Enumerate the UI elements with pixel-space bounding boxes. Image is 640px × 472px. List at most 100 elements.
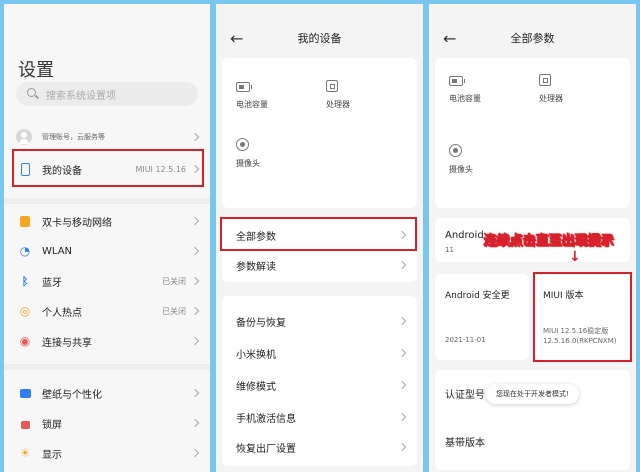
sidebar-item-share[interactable]: ◉ 连接与共享 — [4, 326, 210, 356]
item-label: 连接与共享 — [42, 337, 92, 349]
chevron-right-icon — [190, 216, 200, 226]
chevron-right-icon — [190, 418, 200, 428]
row-label: 手机激活信息 — [236, 413, 296, 425]
battery-cell[interactable]: 电池容量 — [236, 82, 268, 110]
cell-label: 电池容量 — [236, 100, 268, 109]
highlight-box — [220, 217, 417, 251]
sim-card-icon — [18, 214, 32, 228]
chevron-right-icon — [397, 442, 407, 452]
chevron-right-icon — [397, 348, 407, 358]
bluetooth-icon: ᛒ — [21, 274, 29, 288]
android-security-value: 2021-11-01 — [445, 336, 486, 344]
arrow-down-icon: ↓ — [569, 249, 581, 265]
battery-icon — [236, 82, 252, 92]
chevron-right-icon — [190, 306, 200, 316]
status-value: 已关闭 — [162, 306, 186, 316]
top-bar: ← 我的设备 — [216, 28, 423, 50]
camera-icon — [236, 138, 249, 151]
item-label: 蓝牙 — [42, 277, 62, 289]
cell-label: 摄像头 — [236, 159, 260, 168]
battery-cell[interactable]: 电池容量 — [449, 76, 481, 104]
highlight-box — [12, 149, 204, 187]
chevron-right-icon — [190, 336, 200, 346]
page-title: 全部参数 — [510, 32, 555, 45]
account-label: 管理账号，云服务等 — [42, 133, 105, 141]
processor-icon — [326, 80, 338, 92]
spec-card: 电池容量 处理器 摄像头 — [222, 58, 417, 208]
mi-mover-row[interactable]: 小米换机 — [222, 338, 417, 368]
sidebar-item-display[interactable]: ☀ 显示 — [4, 438, 210, 468]
chevron-right-icon — [397, 316, 407, 326]
item-label: 壁纸与个性化 — [42, 389, 102, 401]
factory-reset-row[interactable]: 恢复出厂设置 — [222, 432, 417, 462]
share-icon: ◉ — [19, 334, 31, 348]
repair-mode-row[interactable]: 维修模式 — [222, 370, 417, 400]
highlight-box — [533, 272, 632, 362]
cpu-cell[interactable]: 处理器 — [326, 80, 350, 110]
camera-icon — [449, 144, 462, 157]
chevron-right-icon — [190, 246, 200, 256]
developer-mode-toast: 您现在处于开发者模式! — [486, 384, 579, 404]
item-label: WLAN — [42, 245, 73, 257]
tools-card: 备份与恢复 小米换机 维修模式 手机激活信息 恢复出厂设置 — [222, 296, 417, 466]
cert-model-label: 认证型号 — [445, 390, 485, 401]
sidebar-item-wallpaper[interactable]: 壁纸与个性化 — [4, 378, 210, 408]
search-icon — [26, 87, 40, 101]
my-device-panel: ← 我的设备 电池容量 处理器 摄像头 全部参数 参数解读 备份与恢复 小米换机… — [216, 4, 423, 472]
chevron-right-icon — [397, 412, 407, 422]
cell-label: 摄像头 — [449, 165, 473, 174]
sidebar-item-lockscreen[interactable]: 锁屏 — [4, 408, 210, 438]
params-explained-row[interactable]: 参数解读 — [222, 250, 417, 280]
all-params-panel: ← 全部参数 电池容量 处理器 摄像头 Android 11 连续点击直至出现提… — [429, 4, 636, 472]
item-label: 个人热点 — [42, 307, 82, 319]
sidebar-item-sim[interactable]: 双卡与移动网络 — [4, 206, 210, 236]
baseband-label: 基带版本 — [445, 438, 485, 449]
account-row[interactable]: 管理账号，云服务等 — [4, 122, 210, 152]
battery-icon — [449, 76, 465, 86]
row-label: 小米换机 — [236, 349, 276, 361]
cell-label: 处理器 — [539, 94, 563, 103]
chevron-right-icon — [190, 132, 200, 142]
lock-icon — [18, 416, 32, 430]
wifi-icon: ◔ — [19, 244, 31, 258]
settings-panel: 设置 搜索系统设置项 管理账号，云服务等 我的设备 MIUI 12.5.16 双… — [4, 4, 210, 472]
annotation-text: 连续点击直至出现提示 — [484, 234, 615, 250]
row-label: 备份与恢复 — [236, 317, 286, 329]
chevron-right-icon — [397, 380, 407, 390]
backup-row[interactable]: 备份与恢复 — [222, 306, 417, 336]
top-bar: ← 全部参数 — [429, 28, 636, 50]
row-label: 维修模式 — [236, 381, 276, 393]
sidebar-item-wlan[interactable]: ◔ WLAN — [4, 236, 210, 266]
chevron-right-icon — [190, 276, 200, 286]
divider — [4, 198, 210, 204]
android-security-card: Android 安全更 2021-11-01 — [435, 274, 529, 360]
item-label: 双卡与移动网络 — [42, 217, 112, 229]
hotspot-icon: ◎ — [19, 304, 31, 318]
android-security-label: Android 安全更 — [445, 291, 510, 301]
chevron-right-icon — [190, 448, 200, 458]
android-version-value: 11 — [445, 246, 454, 254]
item-label: 锁屏 — [42, 419, 62, 431]
activation-info-row[interactable]: 手机激活信息 — [222, 402, 417, 432]
row-label: 恢复出厂设置 — [236, 443, 296, 455]
cell-label: 电池容量 — [449, 94, 481, 103]
wallpaper-icon — [18, 386, 32, 400]
item-label: 显示 — [42, 449, 62, 461]
spec-card: 电池容量 处理器 摄像头 — [435, 58, 630, 208]
cpu-cell[interactable]: 处理器 — [539, 74, 563, 104]
chevron-right-icon — [397, 260, 407, 270]
page-title: 设置 — [18, 60, 54, 81]
row-label: 参数解读 — [236, 261, 276, 273]
sidebar-item-bluetooth[interactable]: ᛒ 蓝牙 已关闭 — [4, 266, 210, 296]
search-input[interactable]: 搜索系统设置项 — [16, 82, 198, 106]
camera-cell[interactable]: 摄像头 — [236, 138, 260, 169]
processor-icon — [539, 74, 551, 86]
display-icon: ☀ — [19, 446, 31, 460]
page-title: 我的设备 — [297, 32, 342, 45]
avatar — [16, 129, 32, 145]
search-placeholder: 搜索系统设置项 — [46, 90, 116, 102]
sidebar-item-hotspot[interactable]: ◎ 个人热点 已关闭 — [4, 296, 210, 326]
chevron-right-icon — [190, 388, 200, 398]
camera-cell[interactable]: 摄像头 — [449, 144, 473, 175]
divider — [4, 364, 210, 370]
